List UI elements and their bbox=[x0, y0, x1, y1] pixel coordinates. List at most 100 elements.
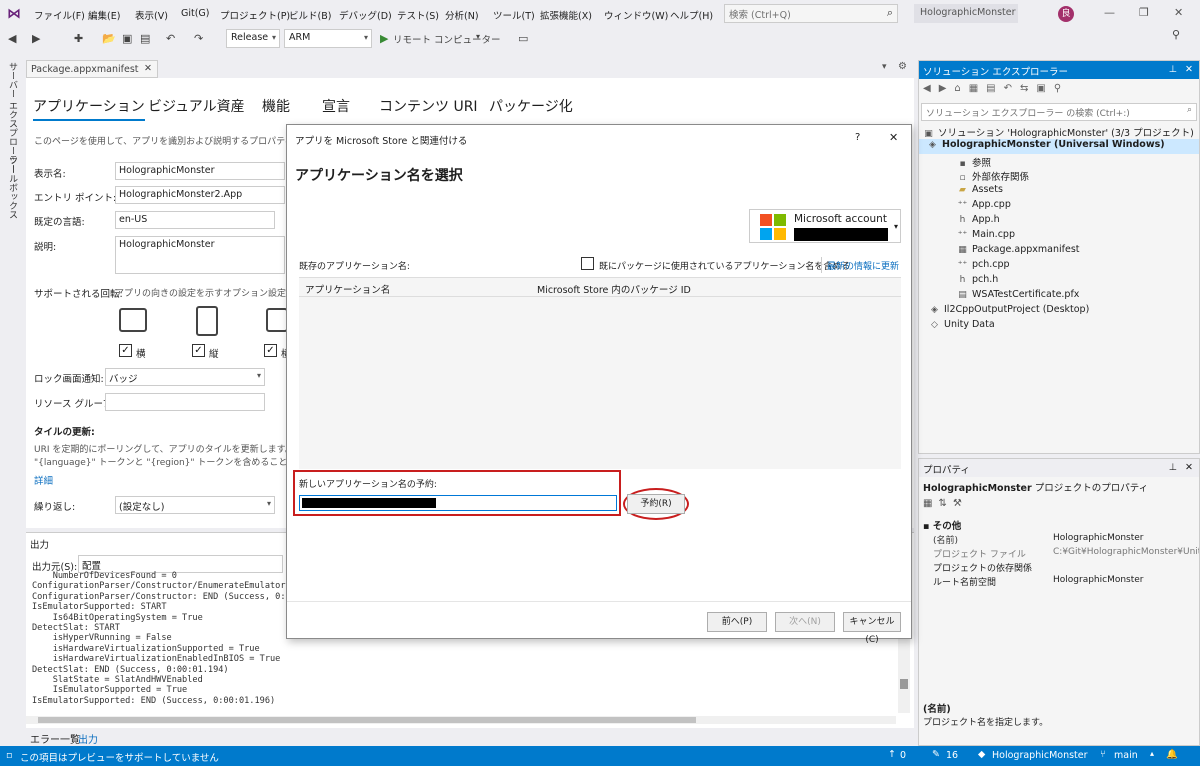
tree-item[interactable]: ▤ WSATestCertificate.pfx bbox=[957, 289, 1079, 300]
platform-select[interactable]: ARM ▾ bbox=[284, 29, 372, 48]
branch-icon[interactable]: ⑂ bbox=[1100, 749, 1106, 760]
cancel-button[interactable]: キャンセル(C) bbox=[843, 612, 901, 645]
help-button[interactable]: ? bbox=[855, 132, 860, 143]
scrollbar-thumb[interactable] bbox=[900, 679, 908, 689]
redo-icon[interactable]: ↷ bbox=[194, 32, 203, 45]
tree-item[interactable]: ⁺⁺ App.cpp bbox=[957, 199, 1011, 210]
menu-extensions[interactable]: 拡張機能(X) bbox=[540, 8, 592, 22]
avatar[interactable]: 良 bbox=[1058, 6, 1074, 22]
next-button[interactable]: 次へ(N) bbox=[775, 612, 835, 632]
reserve-name-input[interactable] bbox=[299, 495, 617, 511]
properties-category[interactable]: ▪ その他 bbox=[923, 518, 961, 532]
tree-solution[interactable]: ▣ ソリューション 'HolographicMonster' (3/3 プロジェク… bbox=[923, 125, 1194, 139]
tree-item[interactable]: ▦ Package.appxmanifest bbox=[957, 244, 1079, 255]
include-used-checkbox[interactable] bbox=[581, 257, 594, 270]
close-icon[interactable]: ✕ bbox=[1185, 64, 1193, 75]
tree-item[interactable]: h App.h bbox=[957, 214, 1000, 225]
tree-item[interactable]: ▫ 外部依存関係 bbox=[957, 169, 1029, 183]
dialog-close-button[interactable]: ✕ bbox=[889, 131, 898, 144]
save-all-icon[interactable]: ▤ bbox=[140, 32, 150, 45]
repo-name[interactable]: HolographicMonster bbox=[992, 750, 1088, 761]
close-icon[interactable]: ✕ bbox=[1185, 462, 1193, 473]
menu-view[interactable]: 表示(V) bbox=[135, 8, 168, 22]
arrow-up-icon[interactable]: ↑ bbox=[888, 749, 896, 760]
portrait-checkbox[interactable]: ✓ bbox=[192, 344, 205, 357]
tree-project[interactable]: ◇ Unity Data bbox=[929, 319, 995, 330]
existing-names-list[interactable]: アプリケーション名 Microsoft Store 内のパッケージ ID bbox=[299, 277, 901, 469]
horizontal-scrollbar[interactable] bbox=[26, 716, 896, 724]
tree-item[interactable]: h pch.h bbox=[957, 274, 999, 285]
chevron-down-icon[interactable]: ▾ bbox=[476, 32, 480, 41]
configuration-select[interactable]: Release ▾ bbox=[226, 29, 280, 48]
menu-build[interactable]: ビルド(B) bbox=[289, 8, 331, 22]
menu-analyze[interactable]: 分析(N) bbox=[445, 8, 479, 22]
toolbox-tab[interactable]: ツールボックス bbox=[6, 156, 19, 219]
undo-icon[interactable]: ↶ bbox=[166, 32, 175, 45]
property-value[interactable]: C:¥Git¥HolographicMonster¥Unity bbox=[1053, 547, 1199, 557]
landscape-checkbox[interactable]: ✓ bbox=[119, 344, 132, 357]
menu-git[interactable]: Git(G) bbox=[181, 8, 210, 19]
property-value[interactable]: HolographicMonster bbox=[1053, 575, 1144, 585]
column-package-id[interactable]: Microsoft Store 内のパッケージ ID bbox=[537, 282, 691, 296]
pin-icon[interactable]: ⊥ bbox=[1169, 462, 1177, 473]
tree-item[interactable]: ▪ 参照 bbox=[957, 155, 991, 169]
document-tab[interactable]: Package.appxmanifest ✕ bbox=[26, 60, 158, 78]
reserve-button[interactable]: 予約(R) bbox=[627, 494, 685, 514]
new-item-icon[interactable]: ✚ bbox=[74, 32, 83, 45]
restore-icon[interactable]: ❐ bbox=[1139, 6, 1149, 19]
close-tab-icon[interactable]: ✕ bbox=[144, 63, 152, 74]
search-input[interactable]: 検索 (Ctrl+Q) ⌕ bbox=[724, 4, 898, 23]
menu-edit[interactable]: 編集(E) bbox=[88, 8, 120, 22]
repo-icon[interactable]: ◆ bbox=[978, 749, 985, 760]
pin-icon[interactable]: ⚲ bbox=[1172, 28, 1180, 41]
lock-screen-select[interactable]: バッジ ▾ bbox=[105, 368, 265, 386]
solution-search-input[interactable]: ソリューション エクスプローラー の検索 (Ctrl+:) ⌕ bbox=[921, 103, 1197, 121]
tree-project[interactable]: ◈ Il2CppOutputProject (Desktop) bbox=[929, 304, 1089, 315]
tree-item[interactable]: ⁺⁺ Main.cpp bbox=[957, 229, 1015, 240]
solution-explorer-toolbar[interactable]: ◀▶⌂▦▤↶⇆▣⚲ bbox=[923, 83, 1069, 94]
tab-visual-assets[interactable]: ビジュアル資産 bbox=[148, 96, 245, 116]
menu-window[interactable]: ウィンドウ(W) bbox=[604, 8, 668, 22]
menu-file[interactable]: ファイル(F) bbox=[34, 8, 85, 22]
save-icon[interactable]: ▣ bbox=[122, 32, 132, 45]
tab-capabilities[interactable]: 機能 bbox=[262, 96, 290, 116]
notification-bell-icon[interactable]: 🔔 bbox=[1166, 749, 1178, 760]
chevron-up-icon[interactable]: ▴ bbox=[1150, 749, 1154, 758]
dropdown-tabs-icon[interactable]: ▾ bbox=[882, 62, 887, 72]
properties-toolbar[interactable]: ▦⇅⚒ bbox=[923, 498, 968, 509]
back-button[interactable]: 前へ(P) bbox=[707, 612, 767, 632]
tab-error-list[interactable]: エラー一覧 bbox=[30, 731, 80, 746]
details-link[interactable]: 詳細 bbox=[34, 473, 53, 487]
branch-name[interactable]: main bbox=[1114, 750, 1138, 761]
display-name-field[interactable]: HolographicMonster bbox=[115, 162, 285, 180]
forward-icon[interactable]: ▶ bbox=[32, 32, 40, 45]
back-icon[interactable]: ◀ bbox=[8, 32, 16, 45]
menu-test[interactable]: テスト(S) bbox=[397, 8, 439, 22]
column-app-name[interactable]: アプリケーション名 bbox=[305, 282, 390, 296]
properties-object-select[interactable]: HolographicMonster プロジェクトのプロパティ bbox=[923, 480, 1148, 494]
repeat-select[interactable]: (設定なし) ▾ bbox=[115, 496, 275, 514]
tab-output[interactable]: 出力 bbox=[78, 731, 98, 746]
screenshot-icon[interactable]: ▭ bbox=[518, 32, 528, 45]
open-icon[interactable]: 📂 bbox=[102, 32, 116, 45]
run-target-button[interactable]: リモート コンピューター bbox=[393, 32, 501, 46]
tab-declarations[interactable]: 宣言 bbox=[322, 96, 350, 116]
close-window-icon[interactable]: ✕ bbox=[1174, 6, 1183, 19]
tree-project-selected[interactable]: ◈ HolographicMonster (Universal Windows) bbox=[919, 139, 1199, 154]
default-language-field[interactable]: en-US bbox=[115, 211, 275, 229]
scrollbar-thumb[interactable] bbox=[38, 717, 696, 723]
menu-tools[interactable]: ツール(T) bbox=[493, 8, 535, 22]
property-value[interactable]: HolographicMonster bbox=[1053, 533, 1144, 543]
tab-content-uris[interactable]: コンテンツ URI bbox=[379, 96, 478, 116]
menu-project[interactable]: プロジェクト(P) bbox=[220, 8, 290, 22]
run-icon[interactable]: ▶ bbox=[380, 32, 388, 45]
refresh-link[interactable]: 最新の情報に更新 bbox=[827, 259, 899, 272]
changes-count[interactable]: 16 bbox=[946, 750, 958, 761]
tree-item[interactable]: ⁺⁺ pch.cpp bbox=[957, 259, 1010, 270]
landscape-flipped-checkbox[interactable]: ✓ bbox=[264, 344, 277, 357]
tab-application[interactable]: アプリケーション bbox=[33, 96, 145, 121]
gear-icon[interactable]: ⚙ bbox=[898, 61, 907, 72]
resource-group-field[interactable] bbox=[105, 393, 265, 411]
tab-packaging[interactable]: パッケージ化 bbox=[489, 96, 573, 116]
menu-debug[interactable]: デバッグ(D) bbox=[339, 8, 392, 22]
